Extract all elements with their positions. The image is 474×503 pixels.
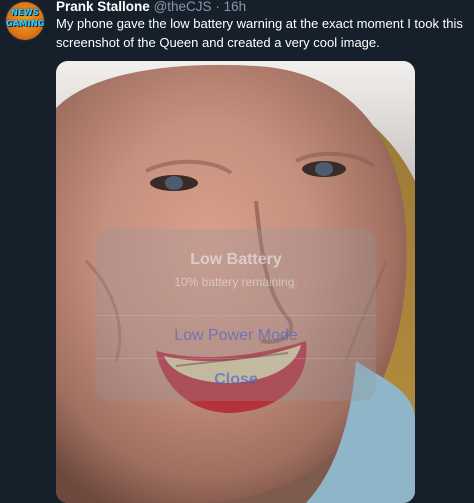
low-battery-alert: Low Battery 10% battery remaining. Low P…	[96, 229, 376, 401]
tweet-timestamp[interactable]: 16h	[224, 0, 247, 14]
alert-divider	[96, 358, 376, 359]
avatar-logo-line-1: NEWS	[11, 8, 39, 17]
close-button[interactable]: Close	[96, 371, 376, 389]
author-display-name[interactable]: Prank Stallone	[56, 0, 150, 14]
avatar[interactable]: NEWS GAMING	[6, 2, 44, 40]
header-separator: ·	[215, 0, 220, 14]
tweet: NEWS GAMING Prank Stallone @theCJS · 16h…	[0, 0, 474, 503]
avatar-logo-line-2: GAMING	[6, 19, 44, 28]
author-handle[interactable]: @theCJS	[154, 0, 212, 14]
tweet-media-image[interactable]: Low Battery 10% battery remaining. Low P…	[56, 61, 415, 503]
alert-divider	[96, 315, 376, 316]
low-power-mode-button[interactable]: Low Power Mode	[96, 327, 376, 345]
alert-title: Low Battery	[190, 251, 282, 268]
alert-message: 10% battery remaining.	[174, 275, 298, 289]
tweet-text: My phone gave the low battery warning at…	[56, 16, 463, 50]
